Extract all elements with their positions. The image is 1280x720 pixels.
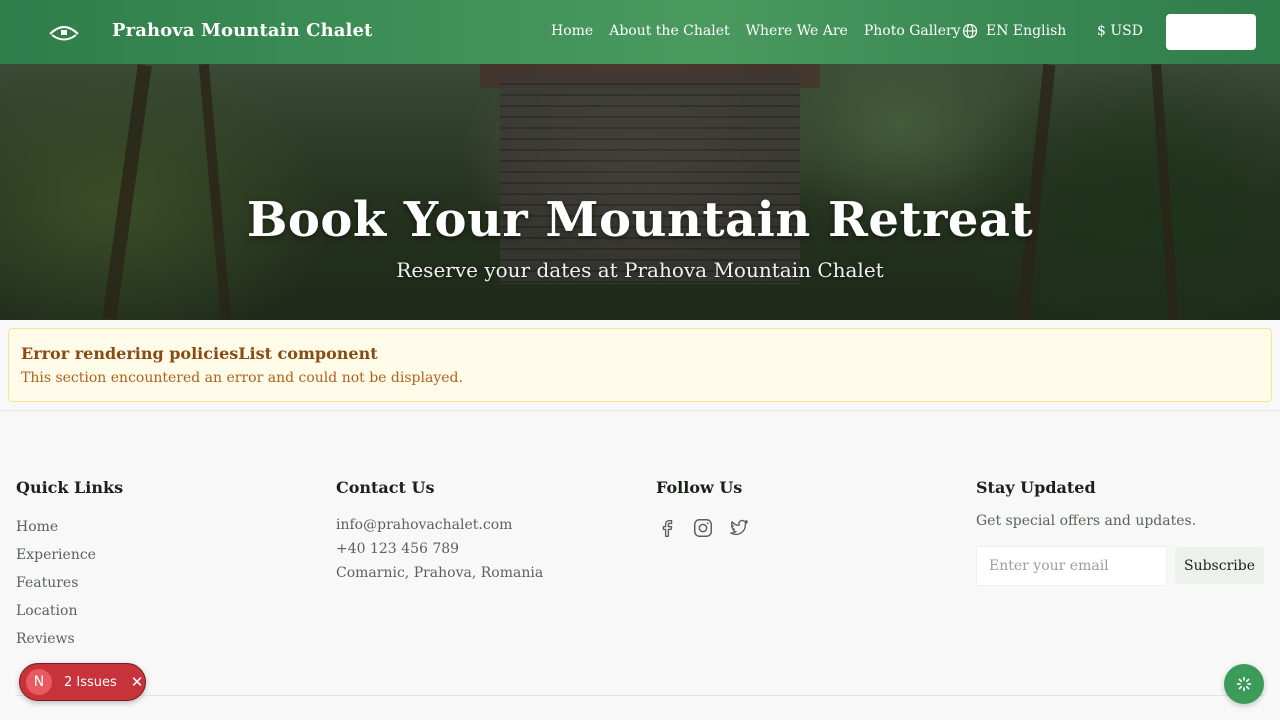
nav-photo-gallery[interactable]: Photo Gallery — [864, 23, 961, 39]
footer-link-features[interactable]: Features — [16, 569, 123, 597]
main-nav: Home About the Chalet Where We Are Photo… — [551, 23, 961, 39]
language-label: EN English — [986, 23, 1067, 39]
hero-subtitle: Reserve your dates at Prahova Mountain C… — [396, 258, 884, 282]
book-now-button[interactable] — [1166, 14, 1256, 50]
nav-where-we-are[interactable]: Where We Are — [746, 23, 848, 39]
hero-cabin-image — [500, 74, 800, 284]
footer-divider — [16, 695, 1264, 696]
error-alert: Error rendering policiesList component T… — [8, 328, 1272, 402]
error-title: Error rendering policiesList component — [21, 344, 378, 363]
facebook-icon[interactable] — [656, 517, 678, 539]
nextjs-logo-icon: N — [26, 669, 52, 695]
subscribe-button[interactable]: Subscribe — [1175, 547, 1264, 584]
hero-title: Book Your Mountain Retreat — [246, 192, 1034, 248]
footer-quick-links: Quick Links Home Experience Features Loc… — [16, 478, 123, 653]
spinner-icon — [1236, 676, 1252, 692]
newsletter-email-input[interactable] — [976, 546, 1167, 586]
site-header: Prahova Mountain Chalet Home About the C… — [0, 0, 1280, 64]
contact-address: Comarnic, Prahova, Romania — [336, 565, 544, 581]
hero-section: Book Your Mountain Retreat Reserve your … — [0, 64, 1280, 320]
footer-link-location[interactable]: Location — [16, 597, 123, 625]
close-icon[interactable]: ✕ — [131, 673, 144, 691]
footer-link-home[interactable]: Home — [16, 513, 123, 541]
footer-contact: Contact Us info@prahovachalet.com +40 12… — [336, 478, 543, 585]
globe-icon — [962, 23, 978, 39]
language-selector[interactable]: EN English — [962, 23, 1066, 39]
issues-count[interactable]: 2 Issues — [64, 675, 117, 690]
instagram-icon[interactable] — [692, 517, 714, 539]
footer-link-reviews[interactable]: Reviews — [16, 625, 123, 653]
twitter-icon[interactable] — [728, 517, 750, 539]
brand-name[interactable]: Prahova Mountain Chalet — [112, 20, 372, 41]
contact-email[interactable]: info@prahovachalet.com — [336, 513, 543, 537]
social-links — [656, 517, 750, 539]
error-message: This section encountered an error and co… — [21, 370, 463, 386]
follow-heading: Follow Us — [656, 478, 743, 497]
chalet-logo-icon[interactable] — [48, 22, 80, 42]
section-divider — [0, 410, 1280, 411]
currency-selector[interactable]: $ USD — [1097, 23, 1143, 39]
quick-links-heading: Quick Links — [16, 478, 124, 497]
nav-home[interactable]: Home — [551, 23, 593, 39]
nav-about[interactable]: About the Chalet — [609, 23, 729, 39]
issues-badge[interactable]: N 2 Issues ✕ — [19, 663, 146, 701]
contact-phone: +40 123 456 789 — [336, 541, 460, 557]
newsletter-form: Subscribe — [976, 546, 1264, 586]
contact-heading: Contact Us — [336, 478, 435, 497]
footer-stay-updated: Stay Updated Get special offers and upda… — [976, 478, 1196, 529]
loading-spinner-button[interactable] — [1224, 664, 1264, 704]
stay-updated-text: Get special offers and updates. — [976, 513, 1197, 529]
footer-link-experience[interactable]: Experience — [16, 541, 123, 569]
footer-follow: Follow Us — [656, 478, 750, 539]
stay-updated-heading: Stay Updated — [976, 478, 1096, 497]
